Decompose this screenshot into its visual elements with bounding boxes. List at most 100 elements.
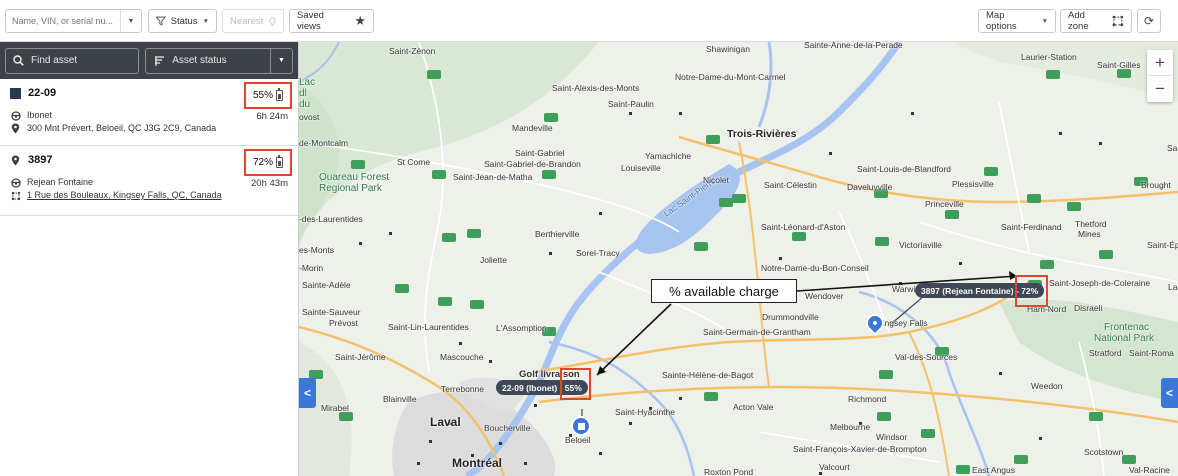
- asset-duration: 6h 24m: [256, 111, 288, 122]
- map-place-label: Saint-Ép: [1147, 240, 1178, 250]
- map-place-label: Saint-Ferdinand: [1001, 222, 1062, 232]
- map-place-label: Saint-Célestin: [764, 180, 817, 190]
- map-place-label: Montréal: [452, 456, 503, 470]
- charge-highlight-box: [1015, 275, 1048, 307]
- map-place-label: Saint-Zénon: [389, 46, 436, 56]
- map-place-label: Saint-Gabriel-de-Brandon: [484, 159, 581, 169]
- map-place-label: Richmond: [848, 394, 887, 404]
- asset-address: 300 Mnt Prévert, Beloeil, QC J3G 2C9, Ca…: [27, 123, 217, 133]
- nearest-button[interactable]: Nearest: [222, 9, 284, 33]
- map-place-label: Sainte-Sauveur: [302, 307, 361, 317]
- add-zone-button[interactable]: Add zone: [1060, 9, 1132, 33]
- annotation-callout: % available charge: [651, 279, 797, 303]
- map-place-label: Windsor: [876, 432, 908, 442]
- battery-highlight: 55%: [244, 82, 292, 109]
- map-place-label: Brought: [1141, 180, 1171, 190]
- map-place-label: Saint-Hyacinthe: [615, 407, 676, 417]
- map-place-label: Drummondville: [762, 312, 819, 322]
- map-park-label: dl: [299, 88, 307, 99]
- map-place-label: Terrebonne: [441, 384, 485, 394]
- map-place-label: Sainte-Anne-de-la-Perade: [804, 42, 903, 50]
- asset-name: 3897: [28, 154, 53, 166]
- asset-search-field[interactable]: ▼: [5, 9, 142, 33]
- map-place-label: Saint-Jean-de-Matha: [453, 172, 533, 182]
- map-place-label: Saint-Louis-de-Blandford: [857, 164, 952, 174]
- map-place-label: Nicolet: [703, 175, 729, 185]
- asset-driver: Rejean Fontaine: [27, 177, 94, 187]
- collapse-sidebar-button[interactable]: <: [299, 378, 316, 408]
- map-place-label: Valcourt: [819, 462, 850, 472]
- map-place-label: Louiseville: [621, 163, 661, 173]
- expand-panel-button[interactable]: <: [1161, 378, 1178, 408]
- asset-address-row: 300 Mnt Prévert, Beloeil, QC J3G 2C9, Ca…: [10, 123, 288, 134]
- map-place-label: es-Monts: [299, 245, 334, 255]
- map-place-label: La: [1168, 282, 1178, 292]
- charge-highlight-box: [560, 368, 591, 400]
- status-filter-button[interactable]: Status ▼: [148, 9, 217, 33]
- map-place-label: Mandeville: [512, 123, 553, 133]
- map-place-label: Thetford: [1075, 219, 1107, 229]
- map-place-label: -des-Laurentides: [299, 214, 363, 224]
- asset-name: 22-09: [28, 87, 57, 99]
- battery-highlight: 72%: [244, 149, 292, 176]
- map-place-label: Roxton Pond: [704, 467, 754, 476]
- asset-status-filter[interactable]: Asset status ▼: [145, 47, 293, 74]
- map-place-label: Mascouche: [440, 352, 484, 362]
- map-park-label: Frontenac: [1104, 322, 1150, 333]
- map-place-label: Beloeil: [565, 435, 591, 445]
- map-place-label: Laurier-Station: [1021, 52, 1077, 62]
- find-asset-label: Find asset: [31, 55, 78, 66]
- chevron-down-icon[interactable]: ▼: [270, 48, 292, 73]
- map-place-label: Daveluyville: [847, 182, 893, 192]
- asset-sidebar: Find asset Asset status ▼ 22-09 55% 6h 2…: [0, 42, 299, 476]
- zoom-out-button[interactable]: −: [1147, 76, 1173, 102]
- zoom-control: + −: [1147, 50, 1173, 102]
- find-asset-button[interactable]: Find asset: [5, 47, 140, 74]
- refresh-button[interactable]: ⟳: [1137, 9, 1161, 33]
- map-options-button[interactable]: Map options ▼: [978, 9, 1056, 33]
- search-dropdown-caret[interactable]: ▼: [120, 10, 141, 32]
- map-place-label: Saint-François-Xavier-de-Brompton: [793, 444, 927, 454]
- add-zone-label: Add zone: [1068, 10, 1089, 32]
- saved-views-label: Saved views: [297, 10, 324, 32]
- asset-list-item[interactable]: 3897 72% 20h 43m Rejean Fontaine 1 Rue d…: [0, 146, 298, 216]
- asset-address-link[interactable]: 1 Rue des Bouleaux, Kingsey Falls, QC, C…: [27, 190, 222, 201]
- map-place-label: Sainte-Adèle: [302, 280, 351, 290]
- map-place-label: Notre-Dame-du-Bon-Conseil: [761, 263, 869, 273]
- map-place-label: Boucherville: [484, 423, 531, 433]
- battery-icon: [276, 87, 283, 101]
- top-toolbar: ▼ Status ▼ Nearest Saved views ★ Map opt…: [0, 0, 1178, 42]
- map-place-label: Saint-Joseph-de-Coleraine: [1049, 278, 1151, 288]
- map-park-label: Regional Park: [319, 183, 382, 194]
- map-place-label: Val-Racine: [1129, 465, 1170, 475]
- zone-icon: [10, 191, 21, 201]
- search-icon: [13, 55, 24, 66]
- star-icon: ★: [354, 13, 366, 28]
- zoom-in-button[interactable]: +: [1147, 50, 1173, 76]
- map-place-label: Berthierville: [535, 229, 580, 239]
- map-place-label: Prévost: [329, 318, 358, 328]
- chevron-left-icon: <: [303, 386, 311, 400]
- map-place-label: Stratford: [1089, 348, 1122, 358]
- map-view[interactable]: Saint-Zénon Shawinigan Sainte-Anne-de-la…: [299, 42, 1178, 476]
- saved-views-button[interactable]: Saved views ★: [289, 9, 374, 33]
- map-place-label: Princeville: [925, 199, 964, 209]
- asset-address-row[interactable]: 1 Rue des Bouleaux, Kingsey Falls, QC, C…: [10, 190, 288, 201]
- map-park-label: National Park: [1094, 333, 1155, 344]
- asset-list-item[interactable]: 22-09 55% 6h 24m Ibonet 300 Mnt Prévert,…: [0, 79, 298, 146]
- asset-search-input[interactable]: [12, 16, 120, 26]
- map-place-label: East Angus: [972, 465, 1016, 475]
- map-place-label: Saint-Roma: [1129, 348, 1174, 358]
- map-place-label: Saint-Paulin: [608, 99, 654, 109]
- map-place-label: Plessisville: [952, 179, 994, 189]
- map-place-label: Kingsey Falls: [877, 318, 928, 328]
- asset-stopped-marker[interactable]: [571, 416, 591, 436]
- asset-status-label: Asset status: [172, 55, 227, 66]
- chevron-left-icon: <: [1165, 386, 1173, 400]
- map-place-label: Acton Vale: [733, 402, 774, 412]
- map-place-label: Victoriaville: [899, 240, 942, 250]
- refresh-icon: ⟳: [1143, 14, 1155, 28]
- map-place-label: de-Montcalm: [299, 138, 349, 148]
- map-place-label: Mines: [1078, 229, 1101, 239]
- asset-duration: 20h 43m: [251, 178, 288, 189]
